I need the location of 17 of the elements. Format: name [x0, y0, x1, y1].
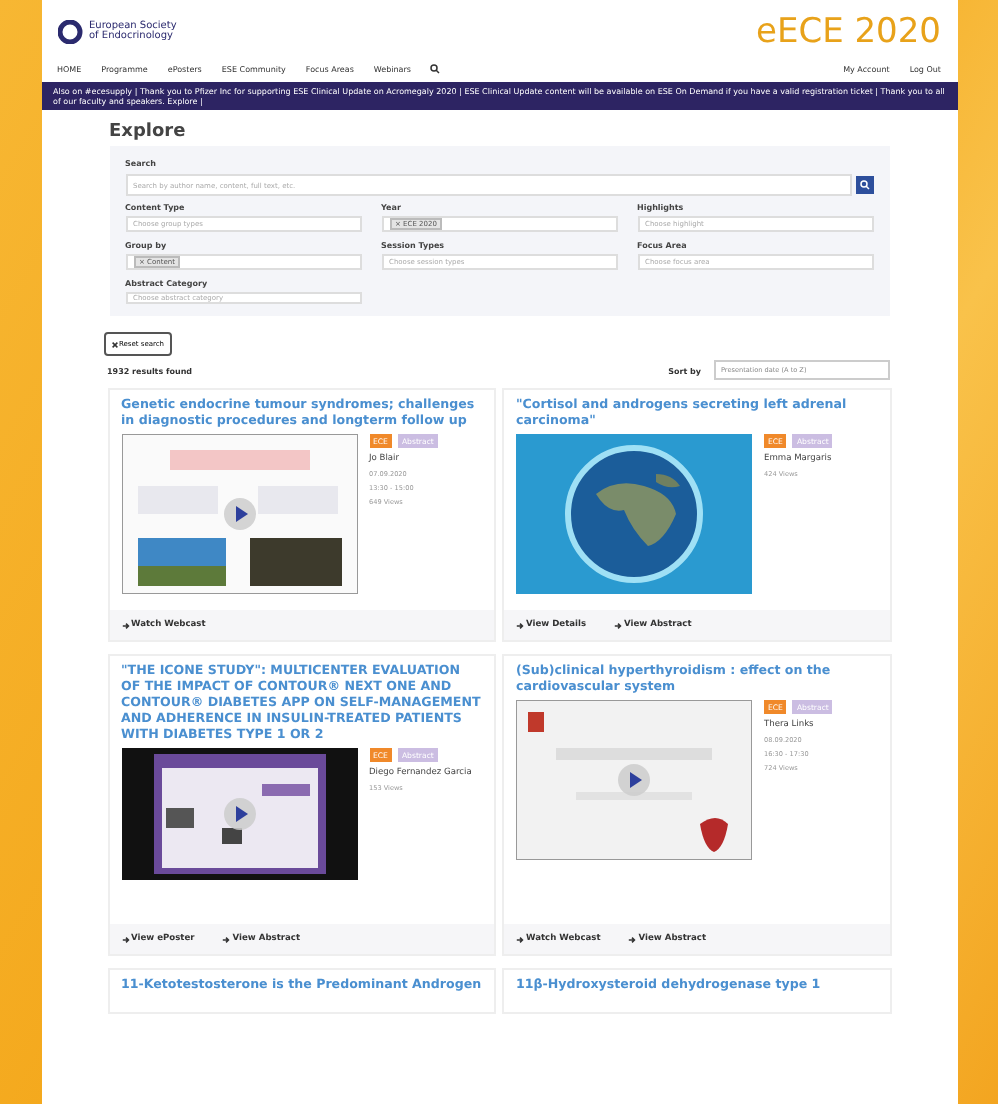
arrow-icon: [121, 621, 129, 629]
search-icon: [859, 180, 869, 190]
close-icon: [111, 341, 117, 347]
arrow-icon: [614, 621, 623, 629]
arrow-icon: [628, 935, 637, 943]
arrow-icon: [516, 935, 524, 943]
logo-icon: [57, 20, 85, 44]
page-title: Explore: [107, 120, 188, 146]
arrow-icon: [516, 621, 524, 629]
play-icon[interactable]: [618, 764, 650, 796]
brand-title: eECE 2020: [756, 12, 941, 52]
play-icon[interactable]: [223, 498, 255, 530]
search-icon[interactable]: [430, 64, 441, 74]
arrow-icon: [222, 935, 231, 943]
play-icon[interactable]: [223, 798, 255, 830]
search-button[interactable]: [855, 176, 873, 194]
arrow-icon: [121, 935, 129, 943]
